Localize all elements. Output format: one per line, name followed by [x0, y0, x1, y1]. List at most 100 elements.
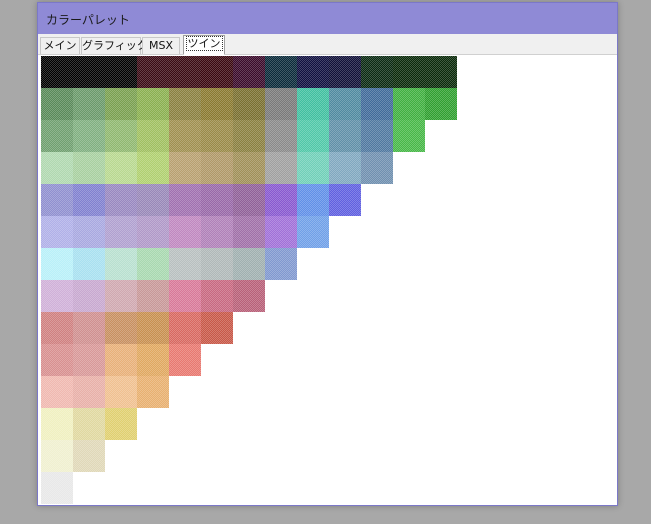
color-swatch[interactable]: [41, 120, 73, 152]
color-swatch[interactable]: [137, 152, 169, 184]
color-swatch[interactable]: [105, 184, 137, 216]
color-swatch[interactable]: [201, 152, 233, 184]
title-bar[interactable]: カラーパレット: [38, 3, 617, 34]
color-swatch[interactable]: [73, 344, 105, 376]
color-swatch[interactable]: [73, 408, 105, 440]
color-swatch[interactable]: [233, 248, 265, 280]
color-swatch[interactable]: [329, 56, 361, 88]
color-swatch[interactable]: [137, 184, 169, 216]
color-swatch[interactable]: [265, 152, 297, 184]
color-swatch[interactable]: [169, 56, 201, 88]
color-swatch[interactable]: [105, 376, 137, 408]
color-swatch[interactable]: [41, 152, 73, 184]
color-swatch[interactable]: [361, 88, 393, 120]
tab-main[interactable]: メイン: [40, 37, 80, 54]
color-swatch[interactable]: [233, 120, 265, 152]
color-swatch[interactable]: [41, 312, 73, 344]
color-swatch[interactable]: [73, 280, 105, 312]
color-swatch[interactable]: [41, 344, 73, 376]
color-swatch[interactable]: [329, 120, 361, 152]
color-swatch[interactable]: [329, 88, 361, 120]
color-swatch[interactable]: [233, 152, 265, 184]
color-swatch[interactable]: [201, 312, 233, 344]
color-swatch[interactable]: [233, 56, 265, 88]
color-swatch[interactable]: [137, 56, 169, 88]
color-swatch[interactable]: [73, 376, 105, 408]
color-swatch[interactable]: [73, 312, 105, 344]
color-swatch[interactable]: [233, 216, 265, 248]
color-swatch[interactable]: [169, 248, 201, 280]
tab-msx[interactable]: MSX: [142, 37, 180, 54]
color-swatch[interactable]: [73, 440, 105, 472]
color-swatch[interactable]: [201, 280, 233, 312]
color-swatch[interactable]: [361, 120, 393, 152]
color-swatch[interactable]: [169, 120, 201, 152]
color-swatch[interactable]: [73, 216, 105, 248]
color-swatch[interactable]: [201, 88, 233, 120]
color-swatch[interactable]: [361, 152, 393, 184]
color-swatch[interactable]: [41, 56, 73, 88]
color-swatch[interactable]: [73, 184, 105, 216]
color-swatch[interactable]: [265, 216, 297, 248]
color-swatch[interactable]: [137, 376, 169, 408]
color-swatch[interactable]: [169, 216, 201, 248]
color-swatch[interactable]: [297, 88, 329, 120]
color-swatch[interactable]: [201, 56, 233, 88]
color-swatch[interactable]: [41, 248, 73, 280]
color-swatch[interactable]: [169, 312, 201, 344]
color-swatch[interactable]: [105, 216, 137, 248]
color-swatch[interactable]: [297, 56, 329, 88]
color-swatch[interactable]: [105, 152, 137, 184]
color-swatch[interactable]: [233, 88, 265, 120]
color-swatch[interactable]: [41, 376, 73, 408]
color-swatch[interactable]: [393, 88, 425, 120]
color-swatch[interactable]: [297, 120, 329, 152]
color-swatch[interactable]: [41, 440, 73, 472]
color-swatch[interactable]: [137, 312, 169, 344]
color-swatch[interactable]: [41, 408, 73, 440]
color-swatch[interactable]: [233, 280, 265, 312]
color-swatch[interactable]: [105, 312, 137, 344]
tab-twin[interactable]: ツイン: [183, 35, 225, 55]
color-swatch[interactable]: [137, 248, 169, 280]
color-swatch[interactable]: [137, 120, 169, 152]
color-swatch[interactable]: [73, 120, 105, 152]
color-swatch[interactable]: [201, 120, 233, 152]
color-swatch[interactable]: [73, 152, 105, 184]
color-swatch[interactable]: [297, 152, 329, 184]
color-swatch[interactable]: [169, 280, 201, 312]
color-swatch[interactable]: [233, 184, 265, 216]
color-swatch[interactable]: [201, 184, 233, 216]
color-swatch[interactable]: [169, 152, 201, 184]
color-swatch[interactable]: [105, 344, 137, 376]
color-swatch[interactable]: [169, 184, 201, 216]
color-swatch[interactable]: [41, 216, 73, 248]
color-swatch[interactable]: [201, 248, 233, 280]
color-swatch[interactable]: [265, 248, 297, 280]
color-swatch[interactable]: [73, 248, 105, 280]
color-swatch[interactable]: [265, 56, 297, 88]
color-swatch[interactable]: [41, 184, 73, 216]
color-swatch[interactable]: [425, 88, 457, 120]
color-swatch[interactable]: [137, 216, 169, 248]
color-swatch[interactable]: [105, 120, 137, 152]
color-swatch[interactable]: [105, 248, 137, 280]
color-swatch[interactable]: [137, 88, 169, 120]
color-swatch[interactable]: [137, 344, 169, 376]
color-swatch[interactable]: [73, 88, 105, 120]
color-swatch[interactable]: [105, 408, 137, 440]
color-swatch[interactable]: [169, 344, 201, 376]
color-swatch[interactable]: [41, 280, 73, 312]
color-swatch[interactable]: [105, 88, 137, 120]
color-swatch[interactable]: [329, 152, 361, 184]
color-swatch[interactable]: [169, 88, 201, 120]
color-swatch[interactable]: [41, 88, 73, 120]
color-swatch[interactable]: [361, 56, 393, 88]
tab-graphics[interactable]: グラフィック: [81, 37, 148, 54]
color-swatch[interactable]: [265, 184, 297, 216]
color-swatch[interactable]: [137, 280, 169, 312]
color-swatch[interactable]: [265, 88, 297, 120]
color-swatch[interactable]: [265, 120, 297, 152]
color-swatch[interactable]: [329, 184, 361, 216]
color-swatch[interactable]: [393, 120, 425, 152]
